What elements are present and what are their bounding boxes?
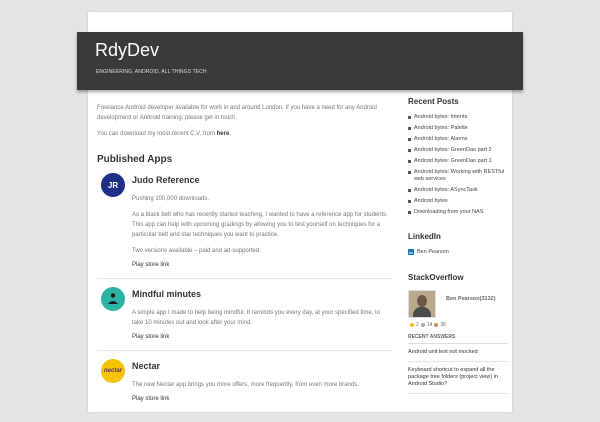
silver-badge-icon <box>420 323 425 327</box>
app-description: A simple app I made to help being mindfu… <box>132 310 381 326</box>
app-title: Judo Reference <box>132 175 200 185</box>
recent-post-link[interactable]: Android bytes: Intents <box>408 114 508 121</box>
cv-download-link[interactable]: here <box>217 131 230 137</box>
play-store-link[interactable]: Play store link <box>132 262 392 268</box>
recent-posts-heading: Recent Posts <box>408 97 459 106</box>
app-entry-judo-reference: JR Judo Reference Pushing 100,000 downlo… <box>97 173 392 279</box>
play-store-link[interactable]: Play store link <box>132 334 392 340</box>
cv-paragraph: You can download my most recent C.V. fro… <box>97 129 392 139</box>
sidebar: Recent Posts Android bytes: Intents Andr… <box>408 97 508 399</box>
gold-badge-icon <box>410 323 414 327</box>
nectar-app-icon: nectar <box>101 359 125 383</box>
app-description: The new Nectar app brings you more offer… <box>132 382 359 388</box>
recent-post-link[interactable]: Android bytes <box>408 198 508 205</box>
stackoverflow-profile[interactable]: Ben Pearson(3132) <box>408 290 508 318</box>
app-entry-mindful-minutes: Mindful minutes A simple app I made to h… <box>97 287 392 351</box>
recent-post-link[interactable]: Android bytes: Palette <box>408 125 508 132</box>
intro-paragraph: Freelance Android developer available fo… <box>97 105 377 121</box>
recent-post-link[interactable]: Android bytes: Alarms <box>408 136 508 143</box>
recent-answer-link[interactable]: Keyboard shortcut to expand all the pack… <box>408 367 508 394</box>
avatar <box>408 290 436 318</box>
recent-post-link[interactable]: Android bytes: Working with RESTful web … <box>408 169 508 183</box>
stackoverflow-user-name: Ben Pearson(3132) <box>446 296 496 302</box>
linkedin-icon: in <box>408 249 414 255</box>
stackoverflow-heading: StackOverflow <box>408 273 464 282</box>
bronze-badge-icon <box>434 323 439 327</box>
recent-post-link[interactable]: Android bytes: ASyncTask <box>408 187 508 194</box>
app-title: Mindful minutes <box>132 289 201 299</box>
play-store-link[interactable]: Play store link <box>132 396 392 402</box>
silver-badge-count: 14 <box>426 322 433 328</box>
stackoverflow-badges: 2 14 36 <box>408 322 508 328</box>
recent-post-link[interactable]: Android bytes: GreenDao part 2 <box>408 147 508 154</box>
linkedin-heading: LinkedIn <box>408 232 441 241</box>
bronze-badge-count: 36 <box>440 322 446 328</box>
site-header: RdyDev ENGINEERING, ANDROID, ALL THINGS … <box>77 32 523 90</box>
recent-answers-label: RECENT ANSWERS <box>408 334 508 344</box>
linkedin-name: Ben Pearson <box>417 249 449 255</box>
mindful-minutes-app-icon <box>101 287 125 311</box>
judo-reference-app-icon: JR <box>101 173 125 197</box>
recent-post-link[interactable]: Downloading from your NAS <box>408 209 508 216</box>
gold-badge-count: 2 <box>416 322 419 328</box>
published-apps-heading: Published Apps <box>97 154 173 165</box>
cv-text: You can download my most recent C.V. fro… <box>97 131 217 137</box>
app-title: Nectar <box>132 361 161 371</box>
app-description: Pushing 100,000 downloads. <box>132 196 210 202</box>
meditation-figure-icon <box>108 293 118 304</box>
recent-post-link[interactable]: Android bytes: GreenDao part 1 <box>408 158 508 165</box>
site-title[interactable]: RdyDev <box>95 40 159 61</box>
cv-text-end: . <box>229 131 231 137</box>
main-content: Freelance Android developer available fo… <box>97 103 392 422</box>
page-container: RdyDev ENGINEERING, ANDROID, ALL THINGS … <box>77 12 523 412</box>
app-entry-nectar: nectar Nectar The new Nectar app brings … <box>97 359 392 412</box>
site-tagline: ENGINEERING, ANDROID, ALL THINGS TECH <box>96 69 207 75</box>
linkedin-profile-link[interactable]: in Ben Pearson <box>408 249 508 255</box>
app-description: As a black belt who has recently started… <box>132 212 388 238</box>
recent-answer-link[interactable]: Android unit test not mocked <box>408 349 508 362</box>
app-description: Two versions available – paid and ad-sup… <box>132 248 261 254</box>
recent-posts-list: Android bytes: Intents Android bytes: Pa… <box>408 114 508 216</box>
